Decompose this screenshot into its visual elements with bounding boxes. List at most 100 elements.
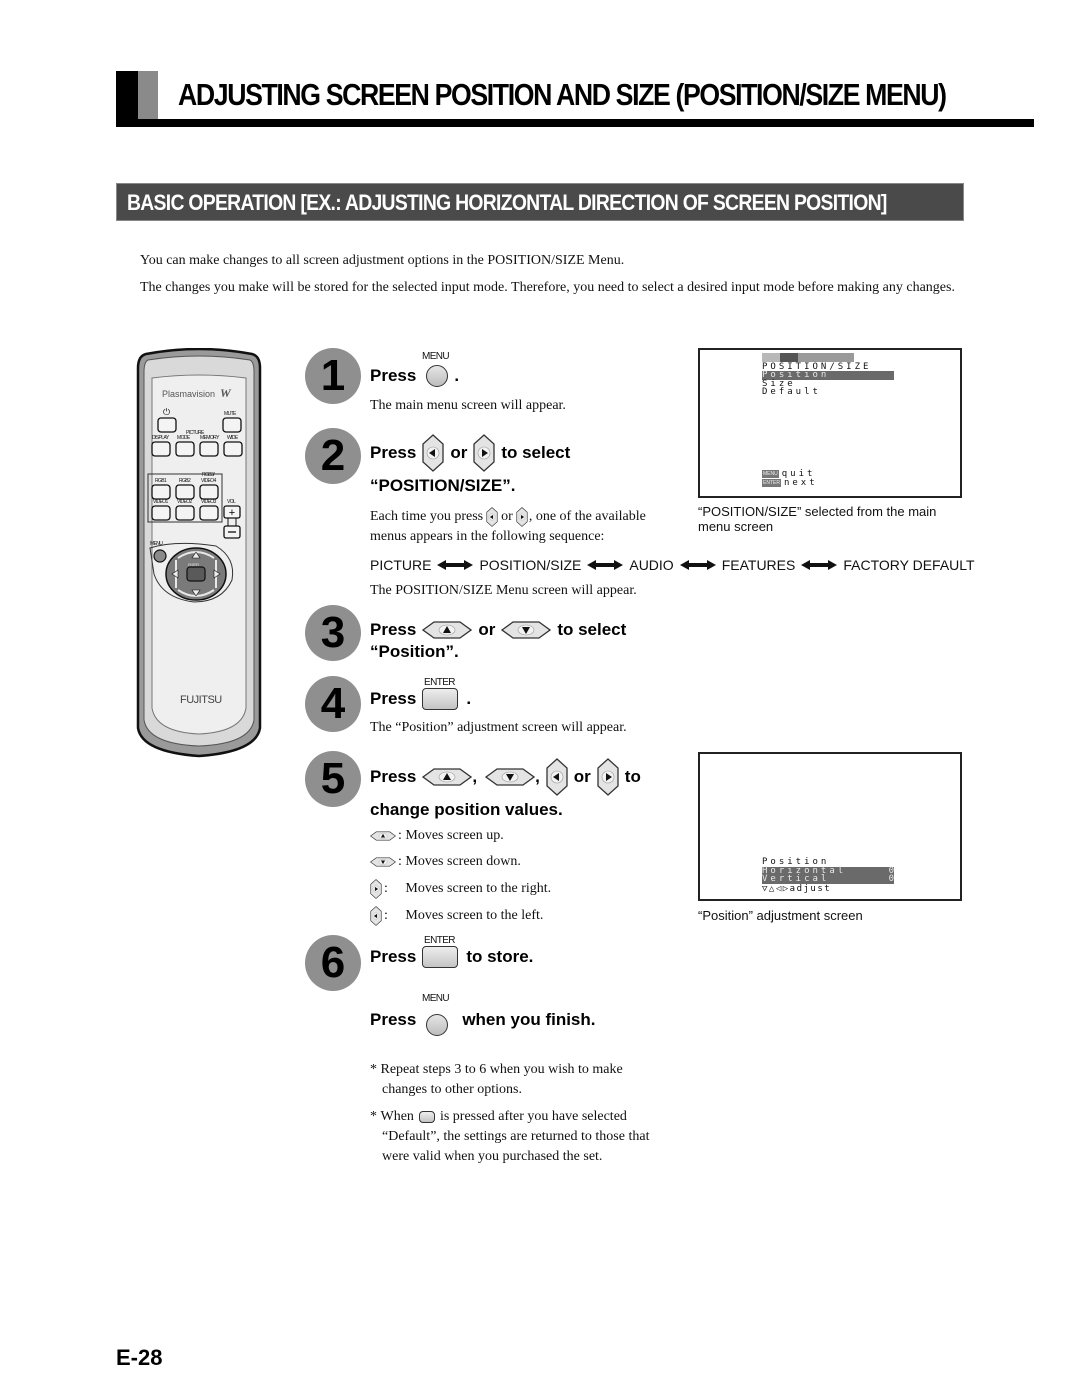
comma: , xyxy=(472,767,478,786)
page-title-bar: ADJUSTING SCREEN POSITION AND SIZE (POSI… xyxy=(116,71,1034,127)
title-underline xyxy=(116,119,1034,127)
step-2-description: Each time you press or , one of the avai… xyxy=(370,507,646,527)
osd-menu-tab-icons xyxy=(762,353,854,362)
or-label: or xyxy=(501,509,513,524)
step-3-suffix: to select xyxy=(557,620,627,639)
osd-footer-next: ENTER next xyxy=(762,479,818,488)
step-6-badge: 6 xyxy=(305,935,361,991)
remote-menu-label: MENU xyxy=(150,541,163,547)
osd-position-adjust: Position Horizontal 0 Vertical 0 ▽△◁▷adj… xyxy=(698,752,962,901)
note-text: were valid when you purchased the set. xyxy=(382,1149,603,1164)
sequence-item: AUDIO xyxy=(629,557,674,573)
step-1-heading: Press . xyxy=(370,365,459,387)
left-arrow-button-icon xyxy=(422,434,444,472)
step-1-suffix: . xyxy=(454,366,460,385)
remote-mode-label: MODE xyxy=(177,435,190,441)
osd-position-caption: “Position” adjustment screen xyxy=(698,908,863,923)
note-text: is pressed after you have selected xyxy=(439,1109,627,1124)
step-4-description: The “Position” adjustment screen will ap… xyxy=(370,720,627,735)
remote-video4-label: VIDEO4 xyxy=(201,478,216,484)
left-arrow-button-icon xyxy=(370,906,382,926)
or-label: or xyxy=(450,443,468,462)
note-2: * When is pressed after you have selecte… xyxy=(370,1107,690,1167)
right-arrow-button-icon xyxy=(473,434,495,472)
step-2-heading-line2: “POSITION/SIZE”. xyxy=(370,476,516,495)
menu-button-caption: MENU xyxy=(422,351,450,362)
osd-position-rows: Horizontal 0 Vertical 0 xyxy=(762,867,894,884)
legend-text: : Moves screen to the left. xyxy=(384,908,544,923)
step-2-description-line2: menus appears in the following sequence: xyxy=(370,529,605,544)
remote-video1-label: VIDEO1 xyxy=(153,499,168,505)
remote-manufacturer-logo: FUJITSU xyxy=(180,694,222,706)
sequence-item: PICTURE xyxy=(370,557,432,573)
down-arrow-button-icon xyxy=(485,768,535,786)
remote-brand-label: Plasmavision xyxy=(162,389,216,399)
enter-button-icon xyxy=(422,946,459,968)
menu-sequence: PICTURE POSITION/SIZE AUDIO FEATURES FAC… xyxy=(370,557,975,573)
audio-tab-icon xyxy=(798,353,816,362)
left-arrow-button-icon xyxy=(486,507,498,527)
remote-memory-label: MEMORY xyxy=(200,435,219,441)
legend-down: : Moves screen down. xyxy=(370,852,521,872)
up-arrow-button-icon xyxy=(370,831,396,841)
step-number: 2 xyxy=(320,431,346,480)
remote-display-label: DISPLAY xyxy=(152,435,169,441)
osd-menu-item: Default xyxy=(762,387,821,397)
step-4-suffix: . xyxy=(466,689,472,708)
remote-vol-label: VOL xyxy=(227,499,236,505)
remote-brand-mark: W xyxy=(220,386,231,400)
intro-paragraph-2: The changes you make will be stored for … xyxy=(140,280,955,295)
press-label: Press xyxy=(370,947,417,966)
step-number: 1 xyxy=(320,351,346,400)
enter-key-icon: ENTER xyxy=(762,479,781,488)
right-arrow-button-icon xyxy=(370,879,382,899)
sequence-item: FEATURES xyxy=(721,557,796,573)
step-number: 3 xyxy=(320,608,346,657)
step-2-heading: Press or to select xyxy=(370,434,570,472)
remote-control-illustration: + Plasmavision W ⏻ MUTE DISPLAY PICTURE … xyxy=(136,347,262,758)
up-arrow-button-icon xyxy=(422,768,472,786)
press-label: Press xyxy=(370,620,417,639)
osd-position-footer: ▽△◁▷adjust xyxy=(762,884,832,894)
remote-video2-label: VIDEO2 xyxy=(177,499,192,505)
remote-rgb2-label: RGB2 xyxy=(179,478,191,484)
position-size-tab-icon xyxy=(780,353,798,362)
double-arrow-icon xyxy=(801,560,837,570)
note-text: When xyxy=(380,1109,414,1124)
step-2-desc-part: Each time you press xyxy=(370,509,484,524)
note-1: * Repeat steps 3 to 6 when you wish to m… xyxy=(370,1060,690,1100)
legend-up: : Moves screen up. xyxy=(370,826,504,846)
remote-enter-label: ENTER xyxy=(188,562,199,567)
step-5-heading: Press , , or to xyxy=(370,758,641,796)
legend-text: : Moves screen to the right. xyxy=(384,881,552,896)
step-6-suffix: to store. xyxy=(466,947,534,966)
step-6-heading: Press to store. xyxy=(370,946,533,968)
section-heading-bar: BASIC OPERATION [EX.: ADJUSTING HORIZONT… xyxy=(116,183,964,221)
double-arrow-icon xyxy=(587,560,623,570)
menu-button-icon xyxy=(426,365,449,387)
step-number: 4 xyxy=(320,679,346,728)
comma: , xyxy=(535,767,540,786)
page-number: E-28 xyxy=(116,1345,163,1370)
osd-position-size-menu: POSITION/SIZE Position Size Default MENU… xyxy=(698,348,962,498)
power-icon: ⏻ xyxy=(163,407,171,417)
press-label: Press xyxy=(370,366,417,385)
remote-rgb1-label: RGB1 xyxy=(155,478,167,484)
step-3-heading-line2: “Position”. xyxy=(370,642,459,661)
step-number: 6 xyxy=(320,938,346,987)
note-text: changes to other options. xyxy=(382,1082,522,1097)
legend-text: : Moves screen down. xyxy=(398,854,521,869)
page-title: ADJUSTING SCREEN POSITION AND SIZE (POSI… xyxy=(178,77,947,112)
right-arrow-button-icon xyxy=(516,507,528,527)
step-6-suffix-2: when you finish. xyxy=(462,1010,596,1029)
step-5-badge: 5 xyxy=(305,751,361,807)
double-arrow-icon xyxy=(437,560,473,570)
sequence-item: FACTORY DEFAULT xyxy=(843,557,975,573)
step-6-heading-2: Press when you finish. xyxy=(370,1004,596,1036)
remote-wide-label: WIDE xyxy=(227,435,238,441)
note-bullet: * xyxy=(370,1062,377,1077)
osd-footer-action: next xyxy=(783,478,818,488)
osd-row-value: 0 xyxy=(888,874,894,884)
step-4-heading: Press . xyxy=(370,688,471,710)
enter-button-icon xyxy=(418,1111,435,1123)
